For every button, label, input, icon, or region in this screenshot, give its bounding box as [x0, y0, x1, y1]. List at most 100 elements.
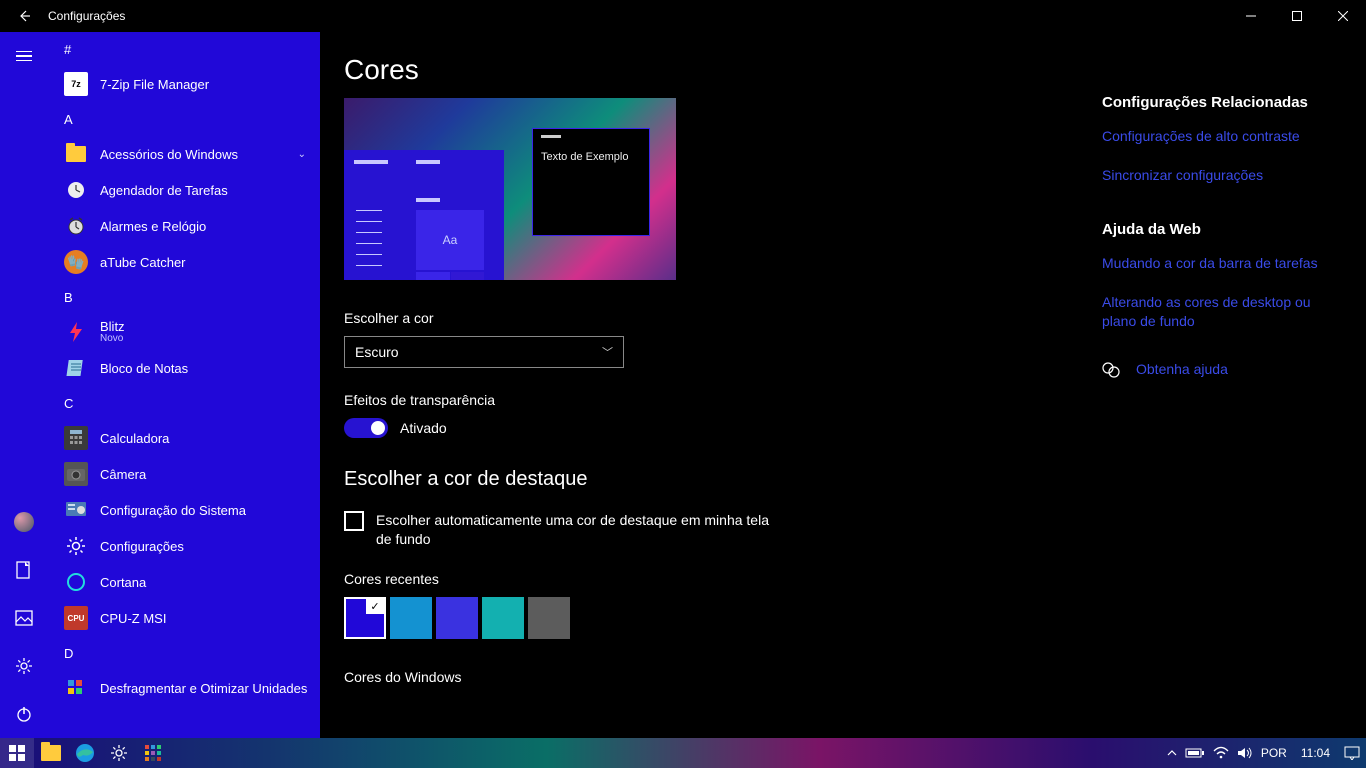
taskbar: POR 11:04 — [0, 738, 1366, 768]
settings-aside: Configurações Relacionadas Configurações… — [1102, 54, 1342, 738]
close-button[interactable] — [1320, 0, 1366, 32]
power-icon — [15, 705, 33, 723]
app-configuracoes[interactable]: Configurações — [48, 528, 320, 564]
tray-volume[interactable] — [1237, 738, 1253, 768]
cpuz-icon: CPU — [64, 606, 88, 630]
minimize-button[interactable] — [1228, 0, 1274, 32]
rail-pictures-button[interactable] — [0, 594, 48, 642]
gear-icon — [64, 534, 88, 558]
app-alarmes[interactable]: Alarmes e Relógio — [48, 208, 320, 244]
speaker-icon — [1237, 746, 1253, 760]
notepad-icon — [64, 356, 88, 380]
wifi-icon — [1213, 746, 1229, 760]
tray-wifi[interactable] — [1213, 738, 1229, 768]
sysconfig-icon — [64, 498, 88, 522]
app-cpuz[interactable]: CPU CPU-Z MSI — [48, 600, 320, 636]
tray-battery[interactable] — [1185, 738, 1205, 768]
get-help-link[interactable]: Obtenha ajuda — [1136, 360, 1228, 379]
app-agendador[interactable]: Agendador de Tarefas — [48, 172, 320, 208]
app-bloco[interactable]: Bloco de Notas — [48, 350, 320, 386]
chat-help-icon — [1102, 361, 1120, 379]
windows-logo-icon — [9, 745, 25, 761]
gear-icon — [110, 744, 128, 762]
windows-colors-label: Cores do Windows — [344, 669, 844, 685]
link-taskbar-color[interactable]: Mudando a cor da barra de tarefas — [1102, 254, 1342, 273]
battery-icon — [1185, 747, 1205, 759]
app-camera[interactable]: Câmera — [48, 456, 320, 492]
tray-language[interactable]: POR — [1261, 738, 1287, 768]
tray-overflow[interactable] — [1167, 738, 1177, 768]
taskbar-explorer[interactable] — [34, 738, 68, 768]
link-sync-settings[interactable]: Sincronizar configurações — [1102, 166, 1342, 185]
color-swatch[interactable] — [482, 597, 524, 639]
rail-documents-button[interactable] — [0, 546, 48, 594]
app-atube[interactable]: 🧤 aTube Catcher — [48, 244, 320, 280]
toggle-state-label: Ativado — [400, 420, 447, 436]
tray-notifications[interactable] — [1344, 738, 1360, 768]
related-heading: Configurações Relacionadas — [1102, 94, 1342, 111]
cortana-icon — [64, 570, 88, 594]
calculator-icon — [64, 426, 88, 450]
chevron-up-icon — [1167, 748, 1177, 758]
rail-user-button[interactable] — [0, 498, 48, 546]
color-swatch[interactable] — [390, 597, 432, 639]
system-tray: POR 11:04 — [1167, 738, 1366, 768]
gear-icon — [15, 657, 33, 675]
app-7zip[interactable]: 7z 7-Zip File Manager — [48, 66, 320, 102]
edge-icon — [75, 743, 95, 763]
app-blitz[interactable]: Blitz Novo — [48, 314, 320, 350]
taskbar-settings[interactable] — [102, 738, 136, 768]
page-title: Cores — [344, 54, 844, 86]
rail-settings-button[interactable] — [0, 642, 48, 690]
transparency-toggle[interactable] — [344, 418, 388, 438]
settings-main: Cores Aa Texto de Exemplo Escolher a cor — [344, 54, 844, 738]
maximize-button[interactable] — [1274, 0, 1320, 32]
group-header-c[interactable]: C — [48, 386, 320, 420]
sevenzip-icon: 7z — [64, 72, 88, 96]
auto-accent-label: Escolher automaticamente uma cor de dest… — [376, 511, 776, 549]
start-button[interactable] — [0, 738, 34, 768]
picture-icon — [15, 610, 33, 626]
folder-icon — [41, 745, 61, 761]
camera-icon — [64, 462, 88, 486]
recent-colors-row: ✓ — [344, 597, 844, 639]
taskbar-app[interactable] — [136, 738, 170, 768]
web-help-heading: Ajuda da Web — [1102, 221, 1342, 238]
group-header-hash[interactable]: # — [48, 32, 320, 66]
group-header-b[interactable]: B — [48, 280, 320, 314]
tray-clock[interactable]: 11:04 — [1295, 738, 1336, 768]
app-desfrag[interactable]: Desfragmentar e Otimizar Unidades — [48, 670, 320, 706]
arrow-left-icon — [17, 9, 31, 23]
hamburger-icon — [16, 51, 32, 62]
link-high-contrast[interactable]: Configurações de alto contraste — [1102, 127, 1342, 146]
accent-heading: Escolher a cor de destaque — [344, 468, 844, 491]
get-help-row[interactable]: Obtenha ajuda — [1102, 360, 1342, 379]
blitz-icon — [64, 320, 88, 344]
rail-power-button[interactable] — [0, 690, 48, 738]
back-button[interactable] — [0, 0, 48, 32]
start-expand-button[interactable] — [0, 32, 48, 80]
defrag-icon — [64, 676, 88, 700]
preview-sample-text: Texto de Exemplo — [541, 151, 628, 163]
group-header-a[interactable]: A — [48, 102, 320, 136]
link-desktop-bg[interactable]: Alterando as cores de desktop ou plano d… — [1102, 293, 1342, 331]
color-preview: Aa Texto de Exemplo — [344, 98, 676, 280]
color-swatch[interactable]: ✓ — [344, 597, 386, 639]
chevron-down-icon: ⌄ — [298, 149, 306, 160]
app-list[interactable]: # 7z 7-Zip File Manager A Acessórios do … — [48, 32, 320, 738]
group-header-d[interactable]: D — [48, 636, 320, 670]
titlebar: Configurações — [0, 0, 1366, 32]
atube-icon: 🧤 — [64, 250, 88, 274]
color-mode-dropdown[interactable]: Escuro ﹀ — [344, 336, 624, 368]
app-config-sistema[interactable]: Configuração do Sistema — [48, 492, 320, 528]
color-swatch[interactable] — [528, 597, 570, 639]
auto-accent-checkbox[interactable] — [344, 511, 364, 531]
app-cortana[interactable]: Cortana — [48, 564, 320, 600]
taskbar-edge[interactable] — [68, 738, 102, 768]
app-calculadora[interactable]: Calculadora — [48, 420, 320, 456]
color-mode-value: Escuro — [355, 344, 399, 360]
start-menu: # 7z 7-Zip File Manager A Acessórios do … — [0, 32, 320, 738]
color-swatch[interactable] — [436, 597, 478, 639]
app-acessorios[interactable]: Acessórios do Windows ⌄ — [48, 136, 320, 172]
clock-icon — [64, 178, 88, 202]
